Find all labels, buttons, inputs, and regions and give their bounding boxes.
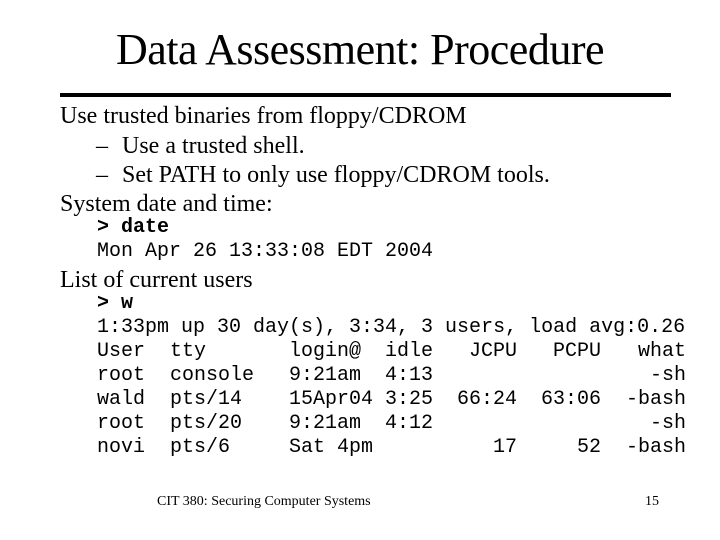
cell-idle: 4:12 — [384, 412, 433, 435]
date-command: > date — [97, 216, 170, 239]
cell-pcpu: 52 — [576, 436, 601, 459]
cell-tty: pts/14 — [170, 388, 243, 411]
cell-login: 15Apr04 — [289, 388, 374, 411]
column-header-what: what — [637, 340, 686, 363]
cell-idle: 4:13 — [384, 364, 433, 387]
cell-what: -bash — [625, 388, 686, 411]
sub-bullet-trusted-shell: – Use a trusted shell. — [96, 131, 305, 161]
w-command: > w — [97, 292, 134, 315]
slide-title: Data Assessment: Procedure — [116, 25, 605, 74]
sub-bullet-text: Use a trusted shell. — [122, 133, 305, 159]
column-header-jcpu: JCPU — [468, 340, 517, 363]
sub-bullet-set-path: – Set PATH to only use floppy/CDROM tools… — [96, 160, 550, 190]
bullet-trusted-binaries: Use trusted binaries from floppy/CDROM — [60, 103, 467, 129]
cell-user: root — [97, 412, 146, 435]
cell-login: 9:21am — [289, 364, 362, 387]
date-output: Mon Apr 26 13:33:08 EDT 2004 — [97, 240, 434, 263]
cell-user: novi — [97, 436, 146, 459]
dash-marker: – — [96, 162, 108, 188]
bullet-system-date: System date and time: — [60, 191, 273, 217]
cell-login: Sat 4pm — [289, 436, 374, 459]
cell-tty: console — [170, 364, 255, 387]
cell-login: 9:21am — [289, 412, 362, 435]
footer-page-number: 15 — [645, 494, 659, 509]
cell-what: -bash — [625, 436, 686, 459]
column-header-tty: tty — [170, 340, 207, 363]
cell-idle: 3:25 — [384, 388, 433, 411]
cell-jcpu: 17 — [492, 436, 517, 459]
cell-jcpu: 66:24 — [456, 388, 517, 411]
dash-marker: – — [96, 133, 108, 159]
bullet-current-users: List of current users — [60, 267, 253, 293]
cell-user: wald — [97, 388, 146, 411]
title-rule — [60, 93, 671, 97]
column-header-login: login@ — [289, 340, 362, 363]
column-header-pcpu: PCPU — [552, 340, 601, 363]
column-header-user: User — [97, 340, 146, 363]
cell-user: root — [97, 364, 146, 387]
footer-course: CIT 380: Securing Computer Systems — [157, 494, 371, 509]
column-header-idle: idle — [384, 340, 433, 363]
cell-what: -sh — [649, 364, 686, 387]
cell-pcpu: 63:06 — [540, 388, 601, 411]
cell-what: -sh — [649, 412, 686, 435]
uptime-line: 1:33pm up 30 day(s), 3:34, 3 users, load… — [97, 316, 686, 339]
cell-tty: pts/6 — [170, 436, 231, 459]
sub-bullet-text: Set PATH to only use floppy/CDROM tools. — [122, 162, 550, 188]
slide: Data Assessment: Procedure Use trusted b… — [0, 0, 720, 540]
cell-tty: pts/20 — [170, 412, 243, 435]
